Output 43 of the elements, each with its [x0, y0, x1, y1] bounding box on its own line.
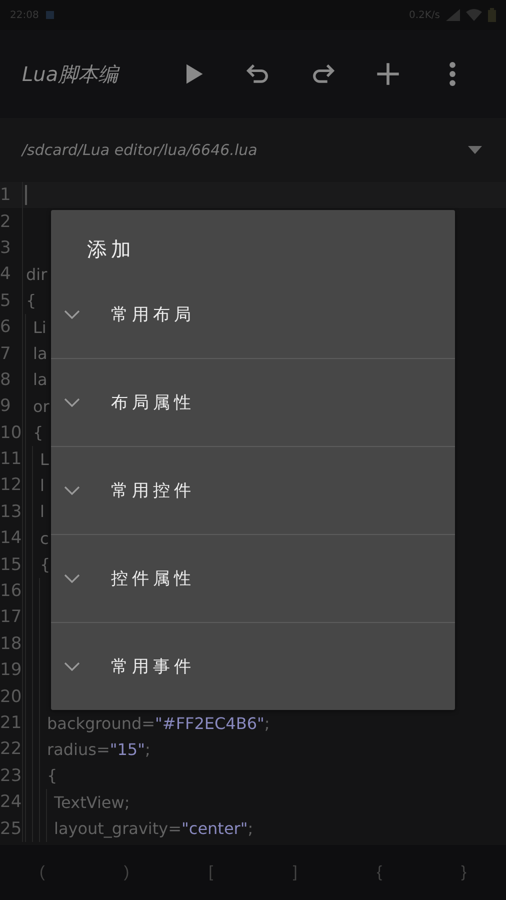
category-row[interactable]: 布局属性 — [51, 359, 455, 447]
line-number: 25 — [0, 815, 23, 842]
line-number: 1 — [0, 182, 23, 208]
battery-icon — [488, 8, 496, 22]
code-line: radius="15"; — [47, 740, 150, 759]
category-row[interactable]: 常用事件 — [51, 623, 455, 710]
code-line: l — [40, 476, 44, 495]
category-row[interactable]: 常用布局 — [51, 271, 455, 359]
app-title: Lua脚本编 — [22, 60, 121, 88]
more-icon — [449, 62, 456, 86]
code-line: { — [26, 291, 36, 310]
line-number: 4 — [0, 261, 23, 288]
line-number: 2 — [0, 208, 23, 235]
code-line: { — [33, 423, 44, 442]
code-line: or — [33, 396, 50, 416]
code-line: background="#FF2EC4B6"; — [47, 714, 270, 732]
add-icon — [374, 61, 400, 87]
code-line: l — [40, 502, 44, 522]
category-label: 常用布局 — [111, 304, 195, 326]
code-line: L — [40, 450, 49, 469]
wifi-icon — [466, 9, 482, 21]
dropdown-icon[interactable] — [468, 146, 482, 154]
code-line: { — [40, 555, 50, 574]
category-label: 常用控件 — [111, 480, 195, 502]
code-line: c — [40, 528, 49, 548]
code-line: TextView; — [54, 792, 130, 812]
notification-icon — [44, 10, 55, 20]
code-line: la — [33, 344, 48, 364]
signal-icon — [446, 9, 460, 21]
code-line: Li — [33, 318, 46, 337]
code-line: dir — [26, 264, 48, 284]
line-number: 3 — [0, 234, 23, 262]
category-label: 控件属性 — [111, 568, 195, 590]
category-label: 布局属性 — [111, 392, 195, 414]
category-row[interactable]: 控件属性 — [51, 535, 455, 623]
text-cursor — [25, 185, 27, 206]
code-line: { — [47, 766, 58, 786]
code-line: layout_gravity="center"; — [54, 819, 254, 838]
category-label: 常用事件 — [111, 656, 195, 678]
category-row[interactable]: 常用控件 — [51, 447, 455, 535]
file-path[interactable]: /sdcard/Lua editor/lua/6646.lua — [22, 141, 468, 159]
code-line: la — [33, 370, 48, 390]
dialog-title: 添加 — [86, 236, 136, 263]
